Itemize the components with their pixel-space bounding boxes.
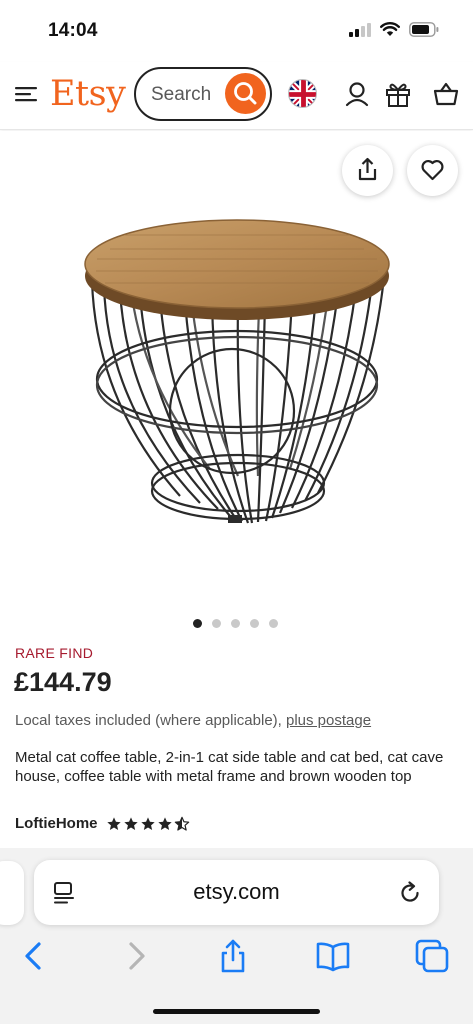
star-icon [157, 816, 172, 830]
battery-icon [409, 22, 439, 37]
half-star-icon [174, 816, 189, 831]
carousel-dot[interactable] [250, 619, 259, 628]
previous-tab-preview[interactable] [0, 861, 24, 925]
product-gallery[interactable] [0, 131, 473, 601]
search-bar[interactable]: Search [134, 67, 272, 121]
postage-link[interactable]: plus postage [286, 712, 371, 729]
share-icon [358, 157, 377, 181]
shop-name[interactable]: LoftieHome [15, 815, 98, 832]
search-placeholder: Search [151, 84, 212, 105]
browser-bottom-bar: etsy.com [0, 848, 473, 1024]
etsy-logo[interactable]: Etsy [50, 74, 126, 114]
tabs-icon[interactable] [414, 938, 450, 974]
basket-icon[interactable] [432, 80, 460, 108]
search-button[interactable] [225, 73, 266, 114]
product-price: £144.79 [14, 667, 112, 697]
carousel-dot[interactable] [231, 619, 240, 628]
tax-note: Local taxes included (where applicable),… [15, 712, 371, 729]
bookmarks-icon[interactable] [315, 938, 351, 974]
rare-find-badge: RARE FIND [15, 645, 94, 661]
status-bar: 14:04 [0, 0, 473, 62]
status-time: 14:04 [48, 20, 98, 41]
reload-icon[interactable] [397, 880, 423, 906]
favorite-button[interactable] [407, 145, 458, 196]
share-icon[interactable] [215, 938, 251, 974]
home-indicator[interactable] [153, 1009, 320, 1014]
tax-note-text: Local taxes included (where applicable), [15, 712, 282, 729]
star-icon [123, 816, 138, 830]
menu-icon[interactable] [14, 82, 38, 106]
heart-icon [421, 160, 444, 181]
search-icon [234, 82, 257, 105]
carousel-dot[interactable] [269, 619, 278, 628]
site-header: Etsy Search [0, 62, 473, 130]
forward-icon[interactable] [118, 938, 154, 974]
url-text[interactable]: etsy.com [34, 879, 439, 905]
status-icons [349, 22, 439, 37]
product-title: Metal cat coffee table, 2-in-1 cat side … [15, 749, 444, 785]
carousel-dot[interactable] [212, 619, 221, 628]
shop-row[interactable]: LoftieHome [15, 815, 190, 832]
star-rating [106, 816, 190, 832]
uk-flag-icon[interactable] [288, 79, 317, 108]
account-icon[interactable] [343, 80, 371, 108]
gift-icon[interactable] [384, 80, 412, 108]
star-icon [140, 816, 155, 830]
carousel-dot[interactable] [193, 619, 202, 628]
browser-toolbar [0, 938, 473, 978]
wifi-icon [380, 22, 400, 36]
back-icon[interactable] [16, 938, 52, 974]
star-icon [106, 816, 121, 830]
address-bar[interactable]: etsy.com [34, 860, 439, 925]
product-image[interactable] [0, 131, 473, 601]
share-button[interactable] [342, 145, 393, 196]
cellular-signal-icon [349, 22, 371, 37]
carousel-dots[interactable] [193, 619, 278, 628]
